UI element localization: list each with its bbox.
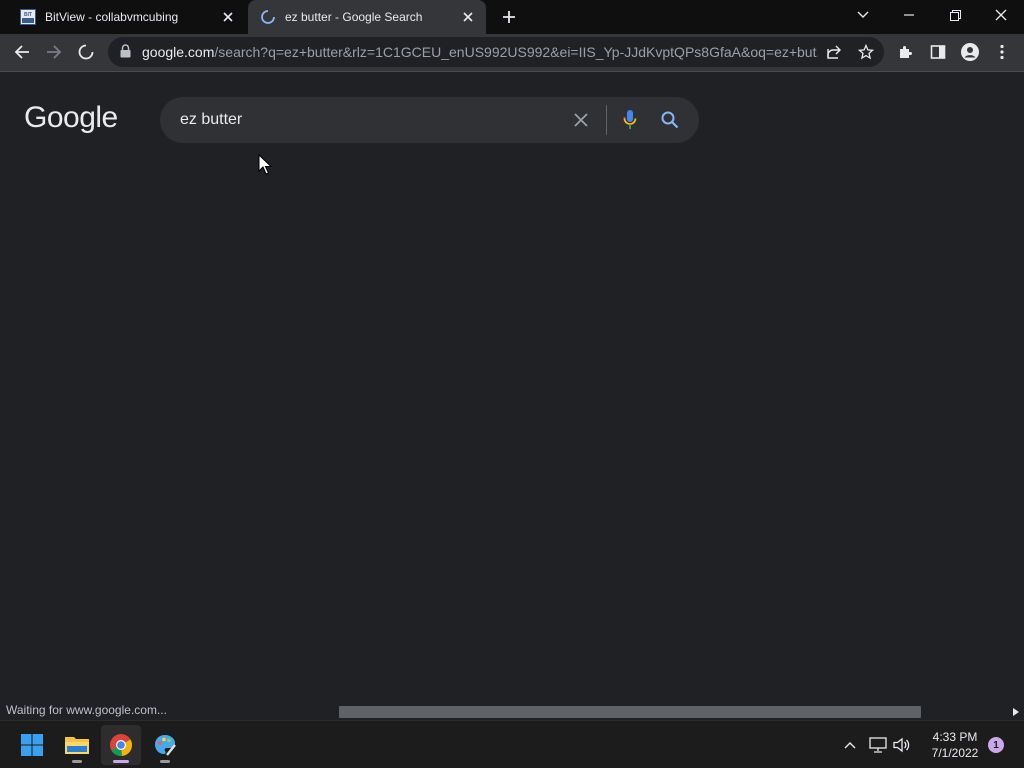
close-tab-icon[interactable] <box>220 9 236 25</box>
search-divider <box>606 105 607 135</box>
running-indicator <box>113 760 129 763</box>
back-button[interactable] <box>8 38 36 66</box>
arrow-right-icon <box>47 45 62 59</box>
bookmark-button[interactable] <box>856 42 876 62</box>
arrow-left-icon <box>14 45 29 59</box>
close-icon <box>574 113 588 127</box>
tab-strip: BIT BitView - collabvmcubing ez butter -… <box>0 0 1024 34</box>
stop-loading-button[interactable] <box>72 38 100 66</box>
close-icon <box>995 9 1007 21</box>
clock-time: 4:33 PM <box>932 730 978 744</box>
browser-toolbar: google.com/search?q=ez+butter&rlz=1C1GCE… <box>0 34 1024 72</box>
network-button[interactable] <box>868 735 888 755</box>
running-indicator <box>72 760 82 763</box>
paint-taskbar-button[interactable] <box>145 725 185 765</box>
new-tab-button[interactable] <box>499 7 519 27</box>
clock-date: 7/1/2022 <box>931 746 979 760</box>
folder-icon <box>65 737 89 754</box>
bitview-icon: BIT <box>20 9 36 25</box>
paint-icon <box>155 735 176 756</box>
chevron-up-icon <box>844 742 856 749</box>
tab-google-search[interactable]: ez butter - Google Search <box>248 0 486 34</box>
url-host: google.com <box>142 44 215 60</box>
status-bubble: Waiting for www.google.com... <box>0 701 173 720</box>
tab-search-button[interactable] <box>840 0 886 30</box>
chevron-down-icon <box>857 11 869 18</box>
tab-title: ez butter - Google Search <box>285 10 423 24</box>
speaker-icon <box>893 737 910 753</box>
mouse-cursor-icon <box>258 154 272 175</box>
restore-icon <box>949 9 961 21</box>
taskbar: 4:33 PM 7/1/2022 1 <box>0 720 1024 768</box>
forward-button[interactable] <box>40 38 68 66</box>
loading-spinner-icon <box>78 44 94 60</box>
lock-icon <box>120 44 131 58</box>
triangle-right-icon <box>1013 708 1019 716</box>
extensions-button[interactable] <box>892 38 920 66</box>
search-box[interactable] <box>160 97 699 143</box>
minimize-icon <box>904 14 914 16</box>
clear-search-button[interactable] <box>570 110 592 130</box>
network-icon <box>869 737 887 753</box>
minimize-button[interactable] <box>886 0 932 30</box>
microphone-icon <box>623 110 637 129</box>
svg-text:BIT: BIT <box>24 12 32 18</box>
profile-icon <box>961 43 979 61</box>
kebab-menu-icon <box>1000 44 1004 60</box>
taskbar-clock[interactable]: 4:33 PM 7/1/2022 <box>920 729 990 761</box>
file-explorer-button[interactable] <box>57 725 97 765</box>
search-icon <box>661 111 679 129</box>
google-logo[interactable]: Google <box>24 101 118 135</box>
address-url[interactable]: google.com/search?q=ez+butter&rlz=1C1GCE… <box>142 37 818 67</box>
start-button[interactable] <box>12 725 52 765</box>
restore-button[interactable] <box>932 0 978 30</box>
scrollbar-thumb[interactable] <box>339 706 921 718</box>
share-button[interactable] <box>824 42 844 62</box>
star-icon <box>858 44 874 60</box>
address-bar[interactable]: google.com/search?q=ez+butter&rlz=1C1GCE… <box>108 37 884 67</box>
side-panel-button[interactable] <box>924 38 952 66</box>
search-input[interactable] <box>180 97 560 143</box>
chrome-taskbar-button[interactable] <box>101 725 141 765</box>
show-hidden-icons-button[interactable] <box>840 735 860 755</box>
tab-title: BitView - collabvmcubing <box>45 10 179 24</box>
windows-icon <box>21 734 43 756</box>
close-window-button[interactable] <box>978 0 1024 30</box>
tab-bitview[interactable]: BIT BitView - collabvmcubing <box>8 0 246 34</box>
profile-button[interactable] <box>956 38 984 66</box>
notification-badge[interactable]: 1 <box>988 737 1004 753</box>
share-icon <box>827 45 841 59</box>
menu-button[interactable] <box>988 38 1016 66</box>
loading-spinner-icon <box>261 10 275 24</box>
chrome-icon <box>110 734 133 757</box>
plus-icon <box>503 11 515 23</box>
search-button[interactable] <box>659 109 681 131</box>
side-panel-icon <box>930 45 946 59</box>
scroll-right-button[interactable] <box>1010 706 1022 718</box>
puzzle-icon <box>900 46 912 58</box>
running-indicator <box>160 760 170 763</box>
voice-search-button[interactable] <box>620 109 640 131</box>
volume-button[interactable] <box>892 735 912 755</box>
url-path: /search?q=ez+butter&rlz=1C1GCEU_enUS992U… <box>214 44 818 60</box>
close-tab-icon[interactable] <box>460 9 476 25</box>
